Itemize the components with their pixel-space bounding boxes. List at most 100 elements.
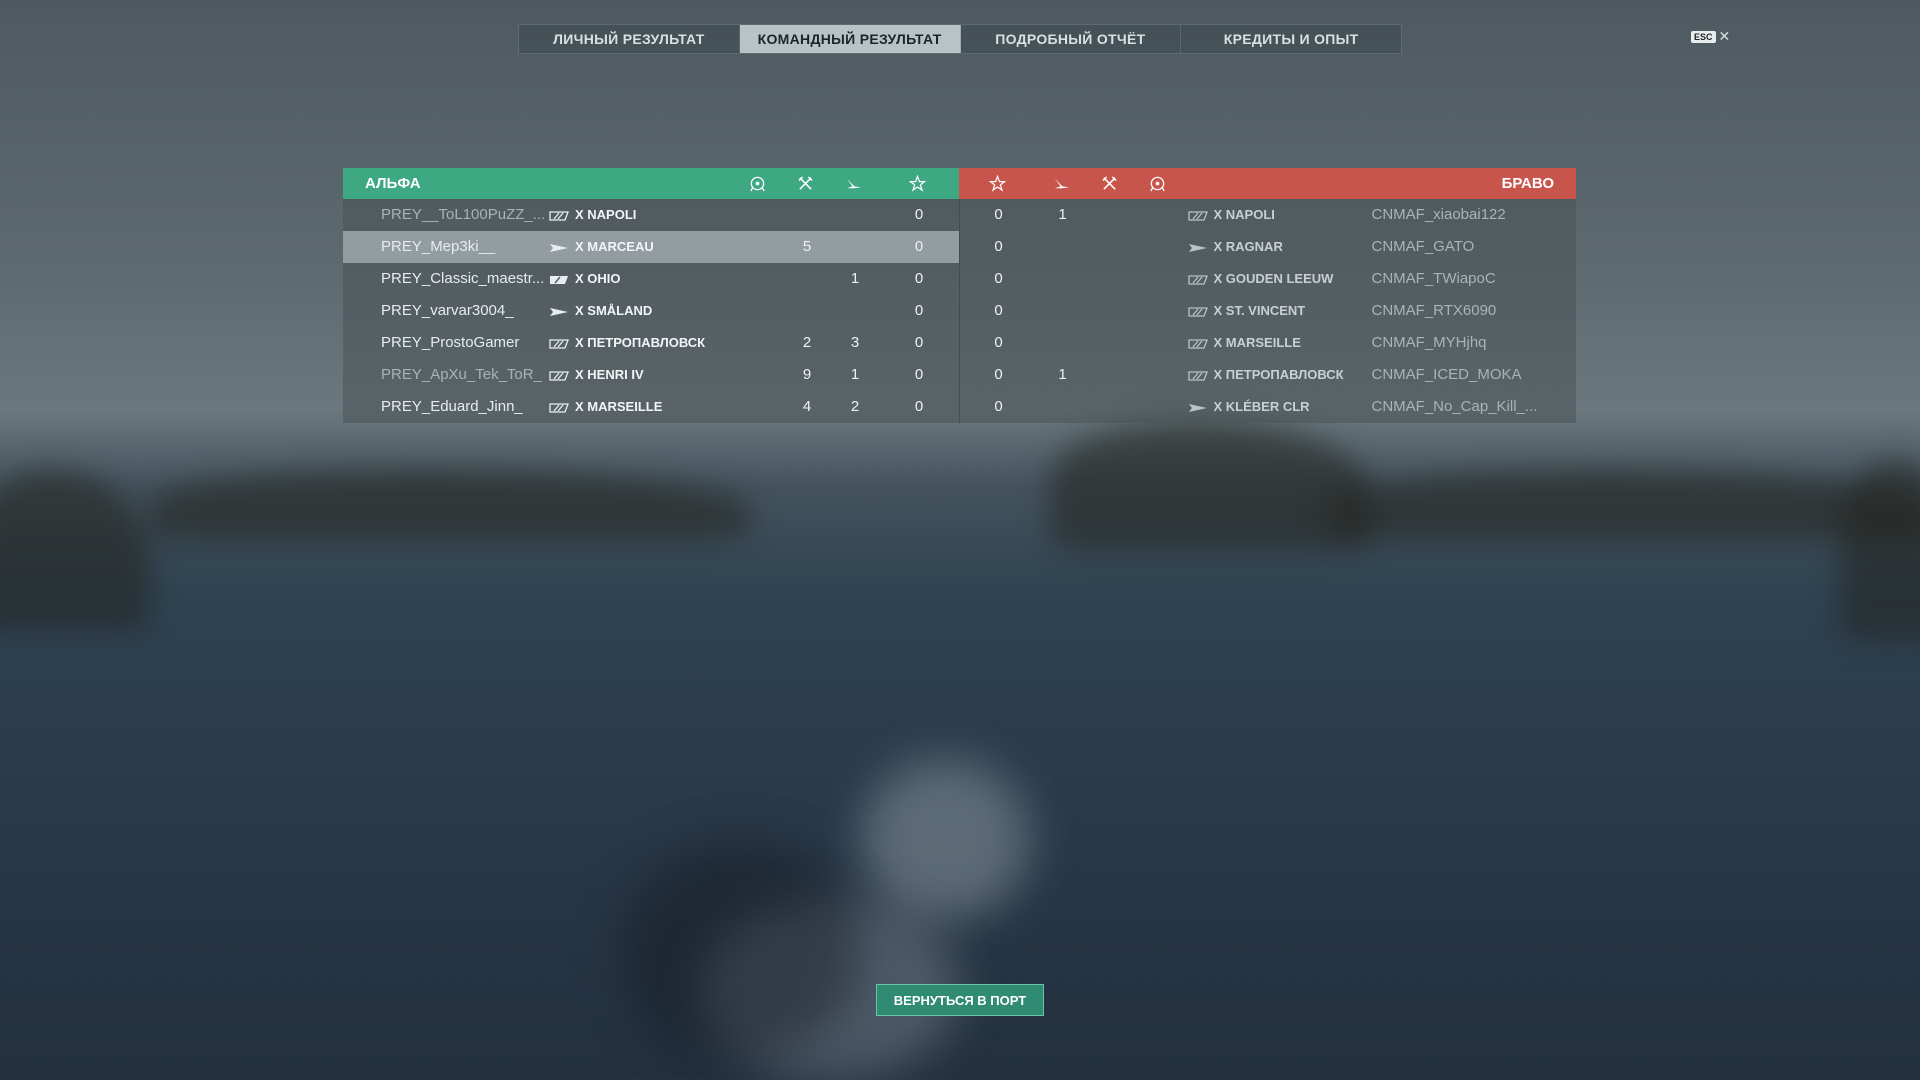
cruiser-class-icon	[549, 369, 569, 381]
planes-value: 2	[850, 398, 860, 415]
team-results-table: АЛЬФА БРАВО PREY__ToL100PuZZ_... X NAPOLI…	[343, 168, 1576, 423]
planes-value: 1	[850, 366, 860, 383]
kills-value: 2	[802, 334, 812, 351]
ship-name: X NAPOLI	[1213, 207, 1275, 222]
base-capture-star-icon	[909, 175, 926, 192]
player-name: CNMAF_No_Cap_Kill_...	[1371, 398, 1538, 415]
player-name: CNMAF_ICED_MOKA	[1371, 366, 1522, 383]
base-points-value: 0	[914, 334, 924, 351]
base-points-value: 0	[994, 302, 1003, 319]
player-name: PREY_Classic_maestr...	[381, 270, 545, 287]
tab-team-result[interactable]: КОМАНДНЫЙ РЕЗУЛЬТАТ	[739, 25, 961, 53]
ship-name: X GOUDEN LEEUW	[1213, 271, 1334, 286]
ship-name: X RAGNAR	[1213, 239, 1283, 254]
alpha-player-entry[interactable]: PREY_ProstoGamer X ПЕТРОПАВЛОВСК 2 3 0	[343, 327, 959, 359]
planes-value: 1	[1058, 206, 1067, 223]
cruiser-class-icon	[549, 209, 569, 221]
base-points-value: 0	[914, 366, 924, 383]
alpha-player-entry[interactable]: PREY_Classic_maestr... X OHIO 1 0	[343, 263, 959, 295]
ship-name: X ST. VINCENT	[1213, 303, 1306, 318]
destroyer-class-icon	[1188, 401, 1208, 413]
alpha-player-entry[interactable]: PREY__ToL100PuZZ_... X NAPOLI 0	[343, 199, 959, 231]
ribbon-icon	[750, 176, 765, 192]
kills-value: 4	[802, 398, 812, 415]
alpha-player-entry[interactable]: PREY_ApXu_Tek_ToR_ X HENRI IV 9 1 0	[343, 359, 959, 391]
bravo-player-entry[interactable]: 0 1 X ПЕТРОПАВЛОВСК CNMAF_ICED_MOKA	[958, 359, 1577, 391]
kill-icon	[798, 176, 813, 190]
team-alpha-header: АЛЬФА	[343, 168, 959, 199]
player-name: PREY_Eduard_Jinn_	[381, 398, 523, 415]
return-to-port-button[interactable]: ВЕРНУТЬСЯ В ПОРТ	[876, 984, 1044, 1016]
player-name: PREY__ToL100PuZZ_...	[381, 206, 546, 223]
cruiser-class-icon	[1187, 337, 1208, 349]
player-name: PREY_Mep3ki__	[381, 238, 496, 255]
table-row[interactable]: PREY_Eduard_Jinn_ X MARSEILLE 4 2 0 0 X KLÉBER…	[343, 391, 1576, 423]
cruiser-class-icon	[1187, 369, 1208, 381]
esc-key-label: ESC	[1691, 30, 1716, 43]
table-row[interactable]: PREY_ProstoGamer X ПЕТРОПАВЛОВСК 2 3 0 0 X MAR…	[343, 327, 1576, 359]
close-icon[interactable]: ✕	[1719, 28, 1731, 45]
base-points-value: 0	[994, 206, 1003, 223]
alpha-player-entry[interactable]: PREY_Mep3ki__ X MARCEAU 5 0	[343, 231, 959, 263]
base-points-value: 0	[914, 206, 924, 223]
base-points-value: 0	[914, 302, 924, 319]
kills-value: 5	[802, 238, 812, 255]
player-name: CNMAF_GATO	[1371, 238, 1475, 255]
planes-value: 3	[850, 334, 860, 351]
ship-name: X HENRI IV	[575, 367, 644, 382]
alpha-player-entry[interactable]: PREY_Eduard_Jinn_ X MARSEILLE 4 2 0	[343, 391, 959, 423]
bravo-player-entry[interactable]: 0 1 X NAPOLI CNMAF_xiaobai122	[958, 199, 1577, 231]
base-points-value: 0	[994, 398, 1003, 415]
player-name: CNMAF_xiaobai122	[1371, 206, 1506, 223]
team-bravo-header: БРАВО	[959, 168, 1576, 199]
team-bravo-name: БРАВО	[1501, 175, 1554, 192]
base-capture-star-icon	[989, 175, 1006, 192]
background-scene	[0, 0, 1920, 1080]
player-name: PREY_ApXu_Tek_ToR_	[381, 366, 542, 383]
ship-name: X ПЕТРОПАВЛОВСК	[1213, 367, 1344, 382]
table-row[interactable]: PREY_varvar3004_ X SMÅLAND 0 0 X ST. VINCENT…	[343, 295, 1576, 327]
destroyer-class-icon	[549, 305, 569, 317]
esc-close-button[interactable]: ESC ✕	[1691, 28, 1730, 45]
planes-value: 1	[1058, 366, 1067, 383]
cruiser-class-icon	[549, 337, 569, 349]
planes-value: 1	[850, 270, 860, 287]
player-rows: PREY__ToL100PuZZ_... X NAPOLI 0 0 1 X NAPOLI C…	[343, 199, 1576, 423]
bravo-player-entry[interactable]: 0 X GOUDEN LEEUW CNMAF_TWiapoC	[958, 263, 1577, 295]
table-row[interactable]: PREY_Mep3ki__ X MARCEAU 5 0 0 X RAGNAR CNMAF_G…	[343, 231, 1576, 263]
ship-name: X MARSEILLE	[575, 399, 663, 414]
tab-credits-xp[interactable]: КРЕДИТЫ И ОПЫТ	[1181, 25, 1401, 53]
base-points-value: 0	[914, 270, 924, 287]
ship-name: X SMÅLAND	[575, 303, 653, 318]
kills-value: 9	[802, 366, 812, 383]
table-row[interactable]: PREY_ApXu_Tek_ToR_ X HENRI IV 9 1 0 0 1 X ПЕТРО…	[343, 359, 1576, 391]
tab-detailed-report[interactable]: ПОДРОБНЫЙ ОТЧЁТ	[961, 25, 1182, 53]
ship-name: X KLÉBER CLR	[1213, 399, 1310, 414]
player-name: PREY_ProstoGamer	[381, 334, 520, 351]
ship-name: X ПЕТРОПАВЛОВСК	[575, 335, 706, 350]
cruiser-class-icon	[1187, 305, 1208, 317]
bravo-player-entry[interactable]: 0 X RAGNAR CNMAF_GATO	[958, 231, 1577, 263]
player-name: PREY_varvar3004_	[381, 302, 514, 319]
result-tabs: ЛИЧНЫЙ РЕЗУЛЬТАТ КОМАНДНЫЙ РЕЗУЛЬТАТ ПОД…	[518, 24, 1402, 54]
bravo-player-entry[interactable]: 0 X KLÉBER CLR CNMAF_No_Cap_Kill_...	[958, 391, 1577, 423]
alpha-player-entry[interactable]: PREY_varvar3004_ X SMÅLAND 0	[343, 295, 959, 327]
ribbon-icon	[1150, 176, 1165, 192]
table-row[interactable]: PREY_Classic_maestr... X OHIO 1 0 0 X GOUDEN …	[343, 263, 1576, 295]
base-points-value: 0	[994, 334, 1003, 351]
kill-icon	[1102, 176, 1117, 190]
base-points-value: 0	[994, 270, 1003, 287]
bravo-player-entry[interactable]: 0 X MARSEILLE CNMAF_MYHjhq	[958, 327, 1577, 359]
table-row[interactable]: PREY__ToL100PuZZ_... X NAPOLI 0 0 1 X NAPOLI C…	[343, 199, 1576, 231]
cruiser-class-icon	[549, 401, 569, 413]
cruiser-class-icon	[1187, 273, 1208, 285]
bravo-player-entry[interactable]: 0 X ST. VINCENT CNMAF_RTX6090	[958, 295, 1577, 327]
tab-personal-result[interactable]: ЛИЧНЫЙ РЕЗУЛЬТАТ	[519, 25, 740, 53]
destroyer-class-icon	[1188, 241, 1208, 253]
ship-name: X NAPOLI	[575, 207, 637, 222]
destroyer-class-icon	[549, 241, 569, 253]
team-alpha-name: АЛЬФА	[365, 175, 421, 192]
player-name: CNMAF_MYHjhq	[1371, 334, 1487, 351]
player-name: CNMAF_TWiapoC	[1371, 270, 1496, 287]
battleship-class-icon	[549, 273, 569, 285]
